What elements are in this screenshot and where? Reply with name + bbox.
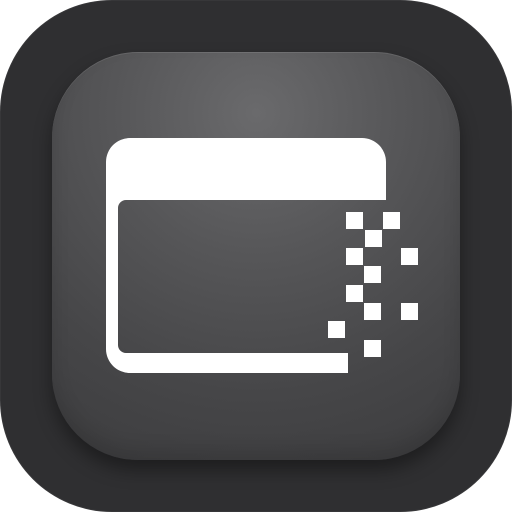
pixel-square [328,321,345,338]
pixel-square [401,303,418,320]
pixel-square [365,230,382,247]
pixel-squares [328,212,418,357]
app-icon-canvas [0,0,512,512]
pixel-square [346,285,363,302]
pixel-square [346,248,363,265]
window-title-bar-end-cap [362,162,386,182]
pixel-square [364,266,381,283]
window-pixelate-icon [106,138,418,373]
pixel-square [383,212,400,229]
pixel-square [364,303,381,320]
pixel-square [346,212,363,229]
pixel-square [364,340,381,357]
pixel-square [401,248,418,265]
